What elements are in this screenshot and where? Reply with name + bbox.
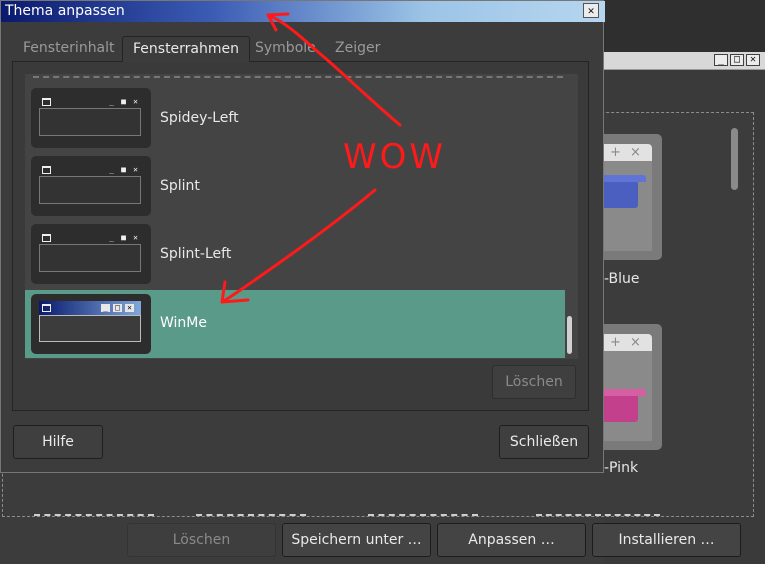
window-icon	[42, 98, 51, 106]
window-icon	[42, 304, 51, 312]
maximize-icon[interactable]: □	[730, 54, 744, 66]
minimize-icon: +	[610, 145, 621, 160]
theme-slot	[368, 514, 478, 520]
help-button[interactable]: Hilfe	[13, 425, 103, 459]
theme-card-blue[interactable]: + ×	[604, 134, 662, 260]
delete-button[interactable]: Löschen	[492, 365, 576, 399]
customize-theme-dialog: Thema anpassen ✕ Fensterinhalt Fensterra…	[0, 0, 605, 473]
window-icon	[42, 166, 51, 174]
theme-preview: _ ■ ✕	[31, 156, 151, 216]
minimize-icon: _	[109, 97, 114, 106]
list-item[interactable]: _ ■ ✕ Splint-Left	[25, 224, 565, 292]
close-icon: ✕	[125, 304, 134, 312]
tab-window-content[interactable]: Fensterinhalt	[13, 36, 125, 62]
close-icon: ×	[630, 335, 641, 350]
customize-button[interactable]: Anpassen …	[437, 523, 586, 557]
dialog-titlebar[interactable]: Thema anpassen ✕	[1, 1, 605, 22]
theme-slot	[536, 514, 660, 520]
minimize-icon: _	[109, 233, 114, 242]
theme-grid-scrollbar[interactable]	[731, 128, 738, 190]
tab-window-border[interactable]: Fensterrahmen	[122, 36, 251, 62]
maximize-icon: ■	[121, 165, 126, 174]
theme-name: Splint	[160, 178, 200, 194]
theme-card-blue-label: -Blue	[604, 271, 640, 287]
theme-preview: _ ■ ✕	[31, 88, 151, 148]
theme-name: WinMe	[160, 315, 207, 331]
theme-card-pink-label: -Pink	[604, 460, 639, 476]
maximize-icon: ■	[121, 233, 126, 242]
close-button[interactable]: Schließen	[499, 425, 589, 459]
background-window-titlebar: _ □ ✕	[604, 52, 765, 70]
theme-slot	[34, 514, 154, 520]
list-scrollbar[interactable]	[567, 316, 572, 354]
minimize-icon: _	[109, 165, 114, 174]
close-icon: ✕	[133, 233, 138, 242]
list-item[interactable]: _ ■ ✕ Splint	[25, 156, 565, 224]
window-icon	[42, 234, 51, 242]
minimize-icon: +	[610, 335, 621, 350]
list-item-selected[interactable]: _ □ ✕ WinMe	[25, 290, 565, 358]
close-icon[interactable]: ✕	[746, 54, 760, 66]
list-separator	[33, 76, 563, 78]
theme-name: Splint-Left	[160, 246, 232, 262]
save-as-button[interactable]: Speichern unter …	[282, 523, 431, 557]
folder-icon	[604, 389, 646, 422]
install-button[interactable]: Installieren …	[592, 523, 741, 557]
close-icon: ✕	[133, 165, 138, 174]
maximize-icon: □	[113, 304, 122, 312]
theme-slot	[196, 514, 306, 520]
close-icon[interactable]: ✕	[583, 3, 599, 18]
list-item[interactable]: _ ■ ✕ Spidey-Left	[25, 88, 565, 156]
tab-pointer[interactable]: Zeiger	[325, 36, 390, 62]
theme-preview: _ □ ✕	[31, 294, 151, 354]
folder-icon	[604, 175, 646, 208]
theme-card-pink[interactable]: + ×	[604, 324, 662, 450]
minimize-icon: _	[101, 304, 110, 312]
close-icon: ✕	[133, 97, 138, 106]
theme-preview: _ ■ ✕	[31, 224, 151, 284]
close-icon: ×	[630, 145, 641, 160]
desktop-strip	[604, 0, 765, 52]
maximize-icon: ■	[121, 97, 126, 106]
dialog-title: Thema anpassen	[5, 3, 125, 19]
delete-theme-button[interactable]: Löschen	[127, 523, 276, 557]
theme-name: Spidey-Left	[160, 110, 239, 126]
minimize-icon[interactable]: _	[714, 54, 728, 66]
tab-icons[interactable]: Symbole	[245, 36, 326, 62]
